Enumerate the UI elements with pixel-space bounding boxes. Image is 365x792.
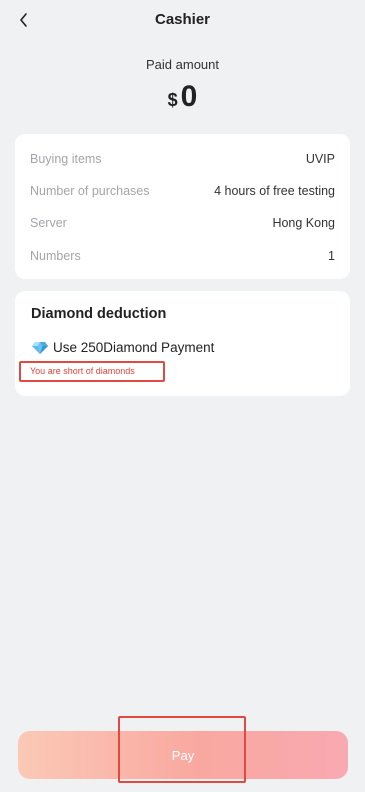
detail-row-number-of-purchases: Number of purchases 4 hours of free test… (30, 181, 335, 201)
detail-value: 1 (328, 249, 335, 263)
paid-amount-label: Paid amount (146, 57, 219, 72)
diamond-shortage-warning: You are short of diamonds (19, 361, 165, 382)
diamond-icon (32, 341, 48, 354)
detail-label: Buying items (30, 152, 102, 166)
detail-row-server: Server Hong Kong (30, 213, 335, 233)
detail-label: Server (30, 216, 67, 230)
currency-symbol: $ (167, 90, 178, 110)
amount-value: 0 (180, 80, 198, 113)
order-details-card: Buying items UVIP Number of purchases 4 … (15, 134, 350, 279)
detail-row-numbers: Numbers 1 (30, 246, 335, 266)
diamond-deduction-title: Diamond deduction (31, 306, 167, 322)
detail-value: Hong Kong (272, 216, 335, 230)
pay-button[interactable]: Pay (18, 731, 348, 779)
detail-label: Numbers (30, 249, 81, 263)
detail-value: 4 hours of free testing (214, 184, 335, 198)
paid-amount: $0 (0, 80, 365, 114)
detail-value: UVIP (305, 152, 335, 166)
detail-row-buying-items: Buying items UVIP (30, 149, 335, 169)
diamond-option-label: Use 250Diamond Payment (53, 340, 215, 355)
detail-label: Number of purchases (30, 184, 150, 198)
diamond-payment-option[interactable]: Use 250Diamond Payment (31, 340, 214, 355)
page-title: Cashier (154, 11, 211, 28)
diamond-deduction-card: Diamond deduction Use 250Diamond Payment… (15, 291, 350, 396)
top-bar: Cashier (0, 0, 365, 42)
